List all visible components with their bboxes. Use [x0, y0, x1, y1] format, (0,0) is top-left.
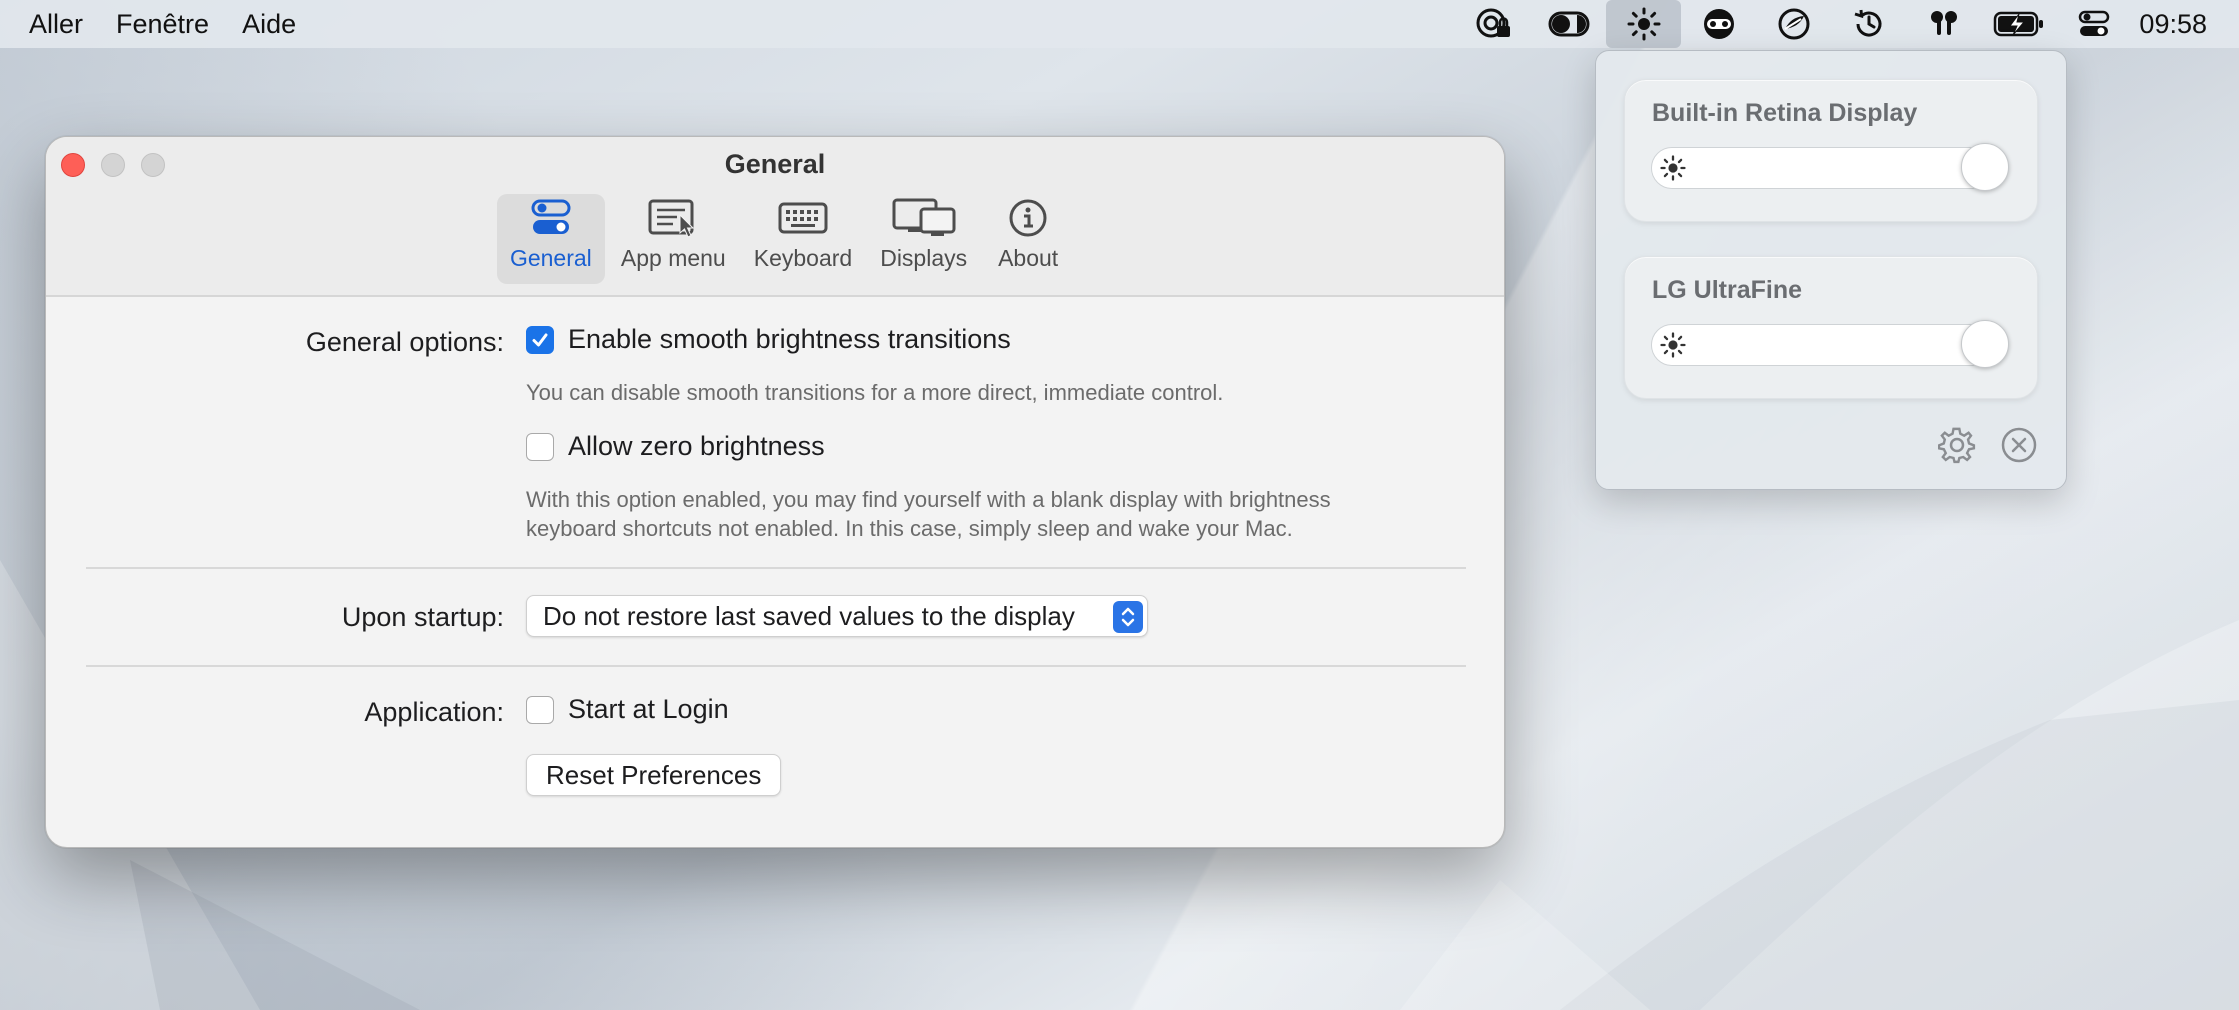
brightness-slider-fill: [1652, 148, 2004, 188]
application-label: Application:: [364, 697, 504, 727]
toggles-icon: [530, 195, 572, 241]
window-title: General: [724, 149, 826, 179]
chevron-up-down-icon: [1113, 601, 1143, 633]
general-options-label: General options:: [305, 327, 504, 357]
menu-item-aide[interactable]: Aide: [234, 0, 321, 48]
app-menu-icon: [647, 195, 699, 241]
brightness-slider-knob[interactable]: [1961, 143, 2009, 191]
settings-gear-icon[interactable]: [1937, 426, 1976, 469]
window-titlebar: General General App menu Keyboard Displa…: [46, 137, 1504, 297]
preferences-window: General General App menu Keyboard Displa…: [45, 136, 1505, 848]
tab-keyboard[interactable]: Keyboard: [742, 194, 864, 284]
start-at-login-checkbox[interactable]: [526, 695, 554, 724]
brightness-popover: Built-in Retina Display LG UltraFine: [1595, 50, 2067, 490]
reset-preferences-button[interactable]: Reset Preferences: [526, 754, 782, 796]
smooth-transitions-hint: You can disable smooth transitions for a…: [526, 380, 1224, 405]
time-machine-icon[interactable]: [1831, 0, 1906, 48]
tab-displays-label: Displays: [880, 245, 968, 271]
compass-icon[interactable]: [1756, 0, 1831, 48]
display-name: LG UltraFine: [1652, 276, 1803, 304]
zero-brightness-checkbox[interactable]: [526, 432, 554, 461]
control-center-icon[interactable]: [2056, 0, 2131, 48]
zero-brightness-label: Allow zero brightness: [568, 431, 825, 461]
tab-general[interactable]: General: [496, 194, 605, 284]
zero-brightness-hint-line-1: With this option enabled, you may find y…: [526, 487, 1331, 512]
display-card-lg-ultrafine: LG UltraFine: [1624, 256, 2038, 399]
airpods-icon[interactable]: [1906, 0, 1981, 48]
smooth-transitions-checkbox[interactable]: [526, 325, 554, 354]
info-icon: [1008, 195, 1048, 241]
tab-app-menu-label: App menu: [620, 245, 726, 271]
tab-app-menu[interactable]: App menu: [609, 194, 738, 284]
startup-behavior-select[interactable]: Do not restore last saved values to the …: [526, 595, 1148, 637]
sun-icon: [1660, 155, 1686, 181]
tab-displays[interactable]: Displays: [868, 194, 979, 284]
smooth-transitions-option[interactable]: Enable smooth brightness transitions: [526, 324, 1011, 355]
quit-circle-x-icon[interactable]: [2000, 426, 2038, 469]
display-card-built-in: Built-in Retina Display: [1624, 79, 2038, 222]
brightness-slider[interactable]: [1651, 324, 2005, 366]
displays-icon: [891, 195, 957, 241]
brightness-slider-fill: [1652, 325, 2004, 365]
tab-about-label: About: [998, 245, 1059, 271]
startup-label: Upon startup:: [341, 602, 504, 632]
popover-footer: [1937, 426, 2038, 469]
tab-keyboard-label: Keyboard: [753, 245, 853, 271]
status-area: 09:58: [1456, 0, 2239, 48]
battery-charging-icon[interactable]: [1981, 0, 2056, 48]
startup-behavior-value: Do not restore last saved values to the …: [543, 600, 1075, 631]
menu-item-aller[interactable]: Aller: [0, 0, 108, 48]
smooth-transitions-label: Enable smooth brightness transitions: [568, 324, 1011, 354]
start-at-login-option[interactable]: Start at Login: [526, 694, 729, 725]
screen-mask-icon[interactable]: [1681, 0, 1756, 48]
sun-icon: [1660, 332, 1686, 358]
preferences-toolbar: General App menu Keyboard Displays About: [46, 194, 1504, 284]
display-name: Built-in Retina Display: [1652, 99, 1918, 127]
keyboard-icon: [778, 195, 828, 241]
tab-about[interactable]: About: [983, 194, 1073, 284]
brightness-slider-knob[interactable]: [1961, 320, 2009, 368]
menu-item-fenetre[interactable]: Fenêtre: [108, 0, 234, 48]
zero-brightness-option[interactable]: Allow zero brightness: [526, 431, 825, 462]
section-divider: [86, 567, 1466, 569]
toggle-dark-mode-icon[interactable]: [1531, 0, 1606, 48]
menu-bar-clock[interactable]: 09:58: [2131, 9, 2239, 40]
start-at-login-label: Start at Login: [568, 694, 729, 724]
menu-bar: Aller Fenêtre Aide 09:58: [0, 0, 2239, 48]
vpn-lock-icon[interactable]: [1456, 0, 1531, 48]
zero-brightness-hint: With this option enabled, you may find y…: [526, 485, 1331, 543]
tab-general-label: General: [509, 245, 592, 271]
checkmark-icon: [532, 333, 548, 346]
general-settings-pane: General options: Enable smooth brightnes…: [46, 297, 1504, 847]
brightness-slider[interactable]: [1651, 147, 2005, 189]
zero-brightness-hint-line-2: keyboard shortcuts not enabled. In this …: [526, 516, 1293, 541]
brightness-sun-icon[interactable]: [1606, 0, 1682, 48]
section-divider: [86, 665, 1466, 667]
